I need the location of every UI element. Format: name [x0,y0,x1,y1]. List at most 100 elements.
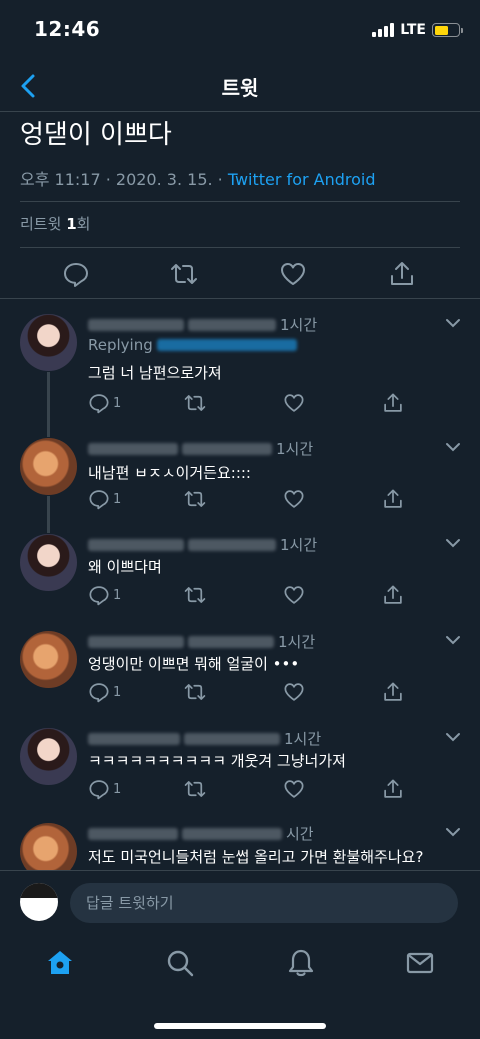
reply-count: 1 [113,781,122,797]
retweet-count: 1 [66,215,77,233]
nav-bar: 트윗 [0,60,480,112]
reply-action[interactable]: 1 [88,778,121,800]
reply-actions: 1 [88,392,418,416]
share-action[interactable] [382,392,404,414]
reply-tweet[interactable]: 1시간 엉댕이만 이쁘면 뭐해 얼굴이 ••• 1 [0,631,480,727]
retweet-action[interactable] [184,488,206,510]
reply-text: 왜 이쁘다며 [88,558,162,576]
reply-time: 1시간 [280,316,318,334]
reply-time: 1시간 [280,536,318,554]
chevron-down-icon[interactable] [444,823,462,841]
avatar[interactable] [20,631,77,688]
share-icon [384,393,402,412]
replying-to[interactable]: Replying [88,336,297,354]
status-bar: 12:46 LTE [0,0,480,60]
chevron-down-icon[interactable] [444,631,462,649]
blurred-handle [188,635,274,648]
reply-action[interactable]: 1 [88,392,121,414]
reply-text: 내남편 ㅂㅈㅅ이거든요:::: [88,464,251,482]
share-icon [384,682,402,701]
retweet-icon[interactable] [170,260,198,288]
divider [20,201,460,202]
reply-icon [89,683,109,703]
retweet-icon [184,395,206,411]
reply-action[interactable]: 1 [88,488,121,510]
reply-text: 그럼 너 남편으로가져 [88,364,222,382]
reply-count: 1 [113,684,122,700]
reply-header: 1시간 [88,728,321,749]
reply-time: 1시간 [284,730,322,748]
network-label: LTE [400,22,426,38]
reply-tweet[interactable]: 1시간 Replying 그럼 너 남편으로가져 1 [0,314,480,414]
status-indicators: LTE [372,22,463,38]
tweet-source-link[interactable]: Twitter for Android [228,170,376,189]
share-icon [384,779,402,798]
reply-tweet[interactable]: 1시간 왜 이쁘다며 1 [0,534,480,630]
share-action[interactable] [382,584,404,606]
chevron-down-icon[interactable] [444,728,462,746]
like-action[interactable] [283,392,305,414]
like-heart-icon [284,490,304,508]
share-action[interactable] [382,681,404,703]
reply-actions: 1 [88,584,418,608]
like-heart-icon [284,394,304,412]
battery-icon [432,23,463,37]
retweet-action[interactable] [184,681,206,703]
like-action[interactable] [283,681,305,703]
avatar[interactable] [20,438,77,495]
avatar[interactable] [20,823,77,870]
retweet-icon [184,491,206,507]
blurred-handle [188,318,276,331]
notifications-bell-icon[interactable] [286,948,316,978]
reply-actions: 1 [88,681,418,705]
search-icon[interactable] [165,948,195,978]
compose-bar: 답글 트윗하기 [0,870,480,936]
home-icon[interactable] [45,948,75,978]
reply-icon [89,586,109,606]
tweet-meta: 오후 11:17 · 2020. 3. 15. · Twitter for An… [20,166,376,190]
share-action[interactable] [382,778,404,800]
retweet-label: 리트윗 [20,215,62,233]
reply-tweet[interactable]: 1시간 ㅋㅋㅋㅋㅋㅋㅋㅋㅋㅋ 개웃겨 그냥너가져 1 [0,728,480,824]
page-title: 트윗 [221,76,259,100]
retweet-icon [184,587,206,603]
retweet-action[interactable] [184,584,206,606]
reply-tweet[interactable]: 1시간 내남편 ㅂㅈㅅ이거든요:::: 1 [0,438,480,534]
reply-action[interactable]: 1 [88,681,121,703]
avatar[interactable] [20,314,77,371]
retweet-action[interactable] [184,778,206,800]
reply-count: 1 [113,587,122,603]
share-icon[interactable] [388,260,416,288]
blurred-username [88,732,180,745]
blurred-username [88,635,184,648]
share-action[interactable] [382,488,404,510]
reply-actions: 1 [88,778,418,802]
status-time: 12:46 [34,17,101,41]
reply-time: 시간 [286,825,314,843]
messages-mail-icon[interactable] [405,948,435,978]
reply-time: 1시간 [276,440,314,458]
chevron-down-icon[interactable] [444,314,462,332]
chevron-down-icon[interactable] [444,534,462,552]
reply-text: ㅋㅋㅋㅋㅋㅋㅋㅋㅋㅋ 개웃겨 그냥너가져 [88,752,346,770]
tweet-text: 엉댇이 이쁘다 [20,120,172,150]
avatar[interactable] [20,728,77,785]
like-action[interactable] [283,584,305,606]
reply-header: 1시간 [88,631,315,652]
like-action[interactable] [283,778,305,800]
reply-input[interactable]: 답글 트윗하기 [70,883,458,923]
reply-action[interactable]: 1 [88,584,121,606]
retweet-icon [184,781,206,797]
retweet-stats[interactable]: 리트윗 1회 [20,213,90,234]
avatar[interactable] [20,534,77,591]
like-heart-icon[interactable] [279,260,307,288]
user-avatar[interactable] [20,883,58,921]
blurred-username [88,538,184,551]
reply-tweet[interactable]: 시간 저도 미국언니들처럼 눈썹 올리고 가면 환불해주나요? [0,823,480,870]
like-action[interactable] [283,488,305,510]
tweet-actions [0,256,480,294]
retweet-action[interactable] [184,392,206,414]
reply-icon[interactable] [62,260,90,288]
chevron-down-icon[interactable] [444,438,462,456]
reply-actions: 1 [88,488,418,512]
